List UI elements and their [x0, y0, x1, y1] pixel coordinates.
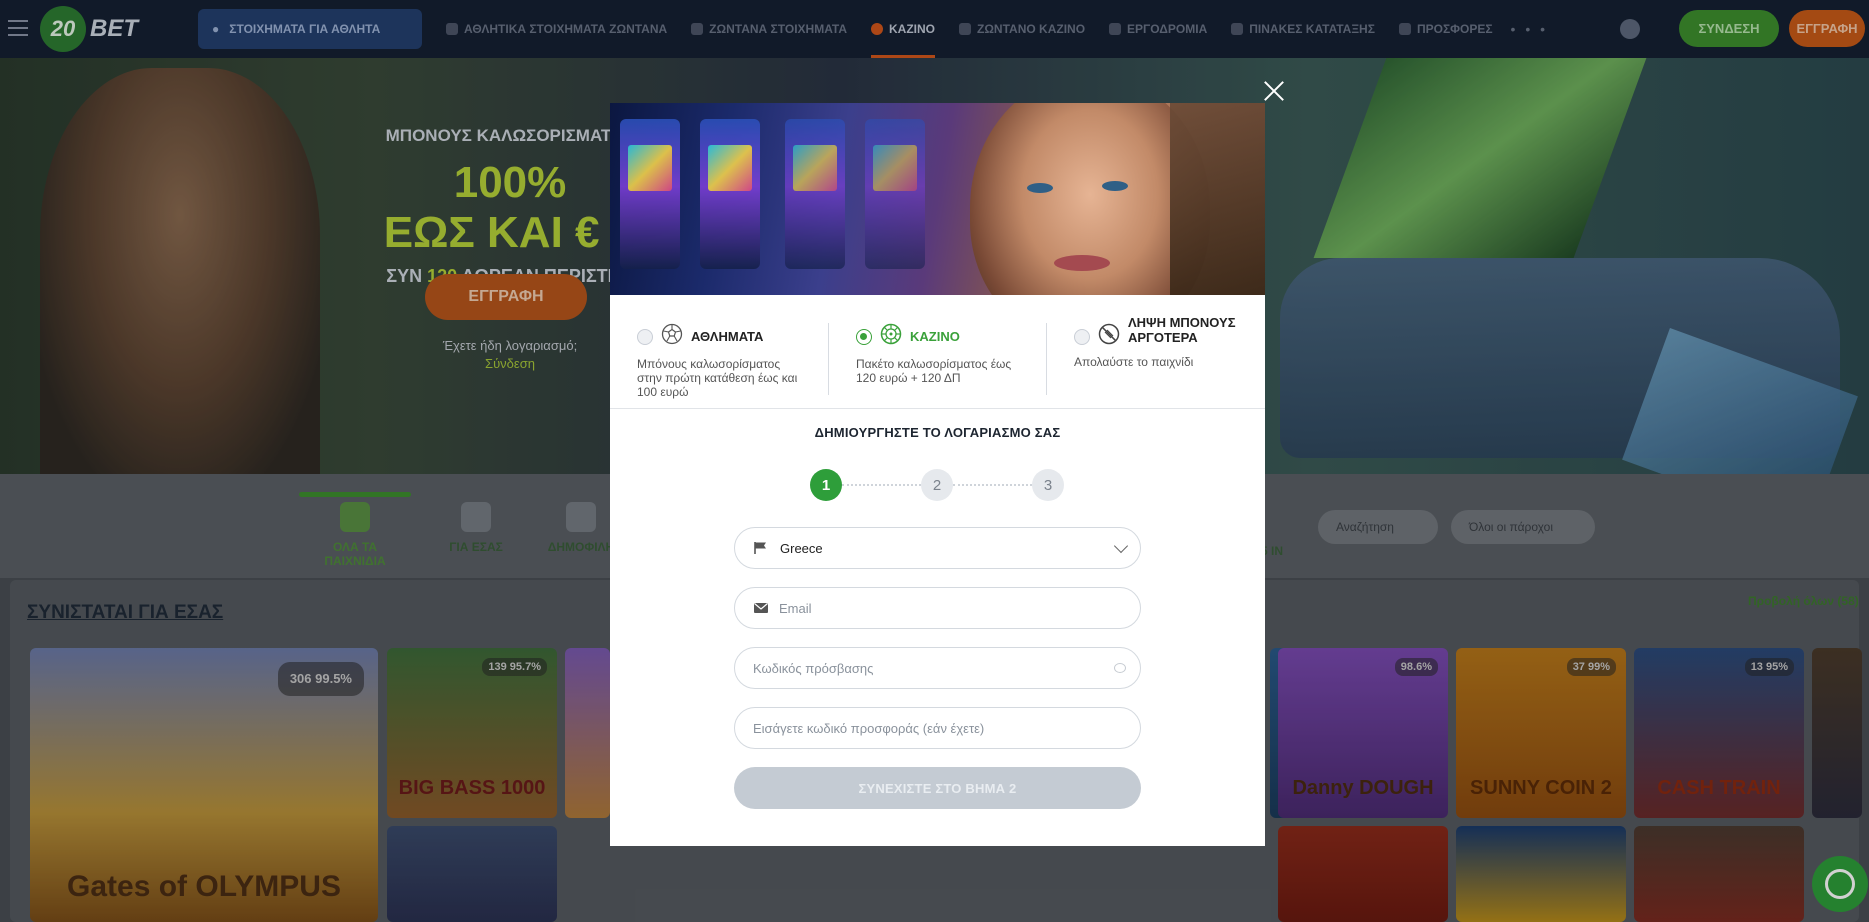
modal-banner-image [610, 103, 1265, 295]
soccer-ball-icon [661, 323, 683, 345]
slot-machine-image [865, 119, 925, 269]
eye-shape [1027, 183, 1053, 193]
no-bonus-icon [1098, 323, 1120, 345]
slot-machine-image [700, 119, 760, 269]
email-input[interactable] [779, 588, 1119, 628]
bonus-options: ΑΘΛΗΜΑΤΑ Μπόνους καλωσορίσματος στην πρώ… [610, 295, 1265, 409]
lips-shape [1054, 255, 1110, 271]
bonus-option-later[interactable]: ΛΗΨΗ ΜΠΟΝΟΥΣ ΑΡΓΟΤΕΡΑ Απολαύστε το παιχν… [1074, 315, 1244, 385]
country-select[interactable]: Greece [734, 527, 1141, 569]
sports-radio[interactable] [637, 329, 653, 345]
bonus-description: Απολαύστε το παιχνίδι [1074, 355, 1194, 369]
roulette-wheel-icon [880, 323, 902, 345]
modal-heading: ΔΗΜΙΟΥΡΓΗΣΤΕ ΤΟ ΛΟΓΑΡΙΑΣΜΟ ΣΑΣ [814, 425, 1061, 440]
step-2: 2 [921, 469, 953, 501]
step-3: 3 [1032, 469, 1064, 501]
casino-radio[interactable] [856, 329, 872, 345]
envelope-icon [754, 603, 768, 613]
chevron-down-icon [1113, 538, 1129, 554]
bonus-option-sports[interactable]: ΑΘΛΗΜΑΤΑ Μπόνους καλωσορίσματος στην πρώ… [637, 321, 807, 399]
bonus-title: ΛΗΨΗ ΜΠΟΝΟΥΣ ΑΡΓΟΤΕΡΑ [1128, 315, 1236, 345]
eye-icon[interactable] [1114, 663, 1126, 673]
password-input[interactable] [753, 648, 1113, 688]
password-field[interactable] [734, 647, 1141, 689]
step-connector [953, 484, 1032, 486]
email-field[interactable] [734, 587, 1141, 629]
registration-modal: ΑΘΛΗΜΑΤΑ Μπόνους καλωσορίσματος στην πρώ… [610, 103, 1265, 846]
step-indicator: 1 2 3 [810, 469, 1064, 501]
bonus-title: ΑΘΛΗΜΑΤΑ [691, 329, 764, 344]
bonus-description: Μπόνους καλωσορίσματος στην πρώτη κατάθε… [637, 357, 798, 399]
continue-step-2-button[interactable]: ΣΥΝΕΧΙΣΤΕ ΣΤΟ ΒΗΜΑ 2 [734, 767, 1141, 809]
flag-icon [754, 542, 766, 554]
eye-shape [1102, 181, 1128, 191]
step-1: 1 [810, 469, 842, 501]
country-value: Greece [780, 541, 823, 556]
slot-machine-image [620, 119, 680, 269]
later-radio[interactable] [1074, 329, 1090, 345]
step-connector [842, 484, 921, 486]
bonus-title: ΚΑΖΙΝΟ [910, 329, 960, 344]
slot-machine-image [785, 119, 845, 269]
divider [1046, 323, 1047, 395]
promo-code-field[interactable] [734, 707, 1141, 749]
bonus-option-casino[interactable]: ΚΑΖΙΝΟ Πακέτο καλωσορίσματος έως 120 ευρ… [856, 321, 1016, 391]
bonus-description: Πακέτο καλωσορίσματος έως 120 ευρώ + 120… [856, 357, 1012, 385]
promo-code-input[interactable] [753, 708, 1123, 748]
close-icon[interactable] [1263, 80, 1285, 102]
divider [828, 323, 829, 395]
hair-shape [1170, 103, 1265, 295]
